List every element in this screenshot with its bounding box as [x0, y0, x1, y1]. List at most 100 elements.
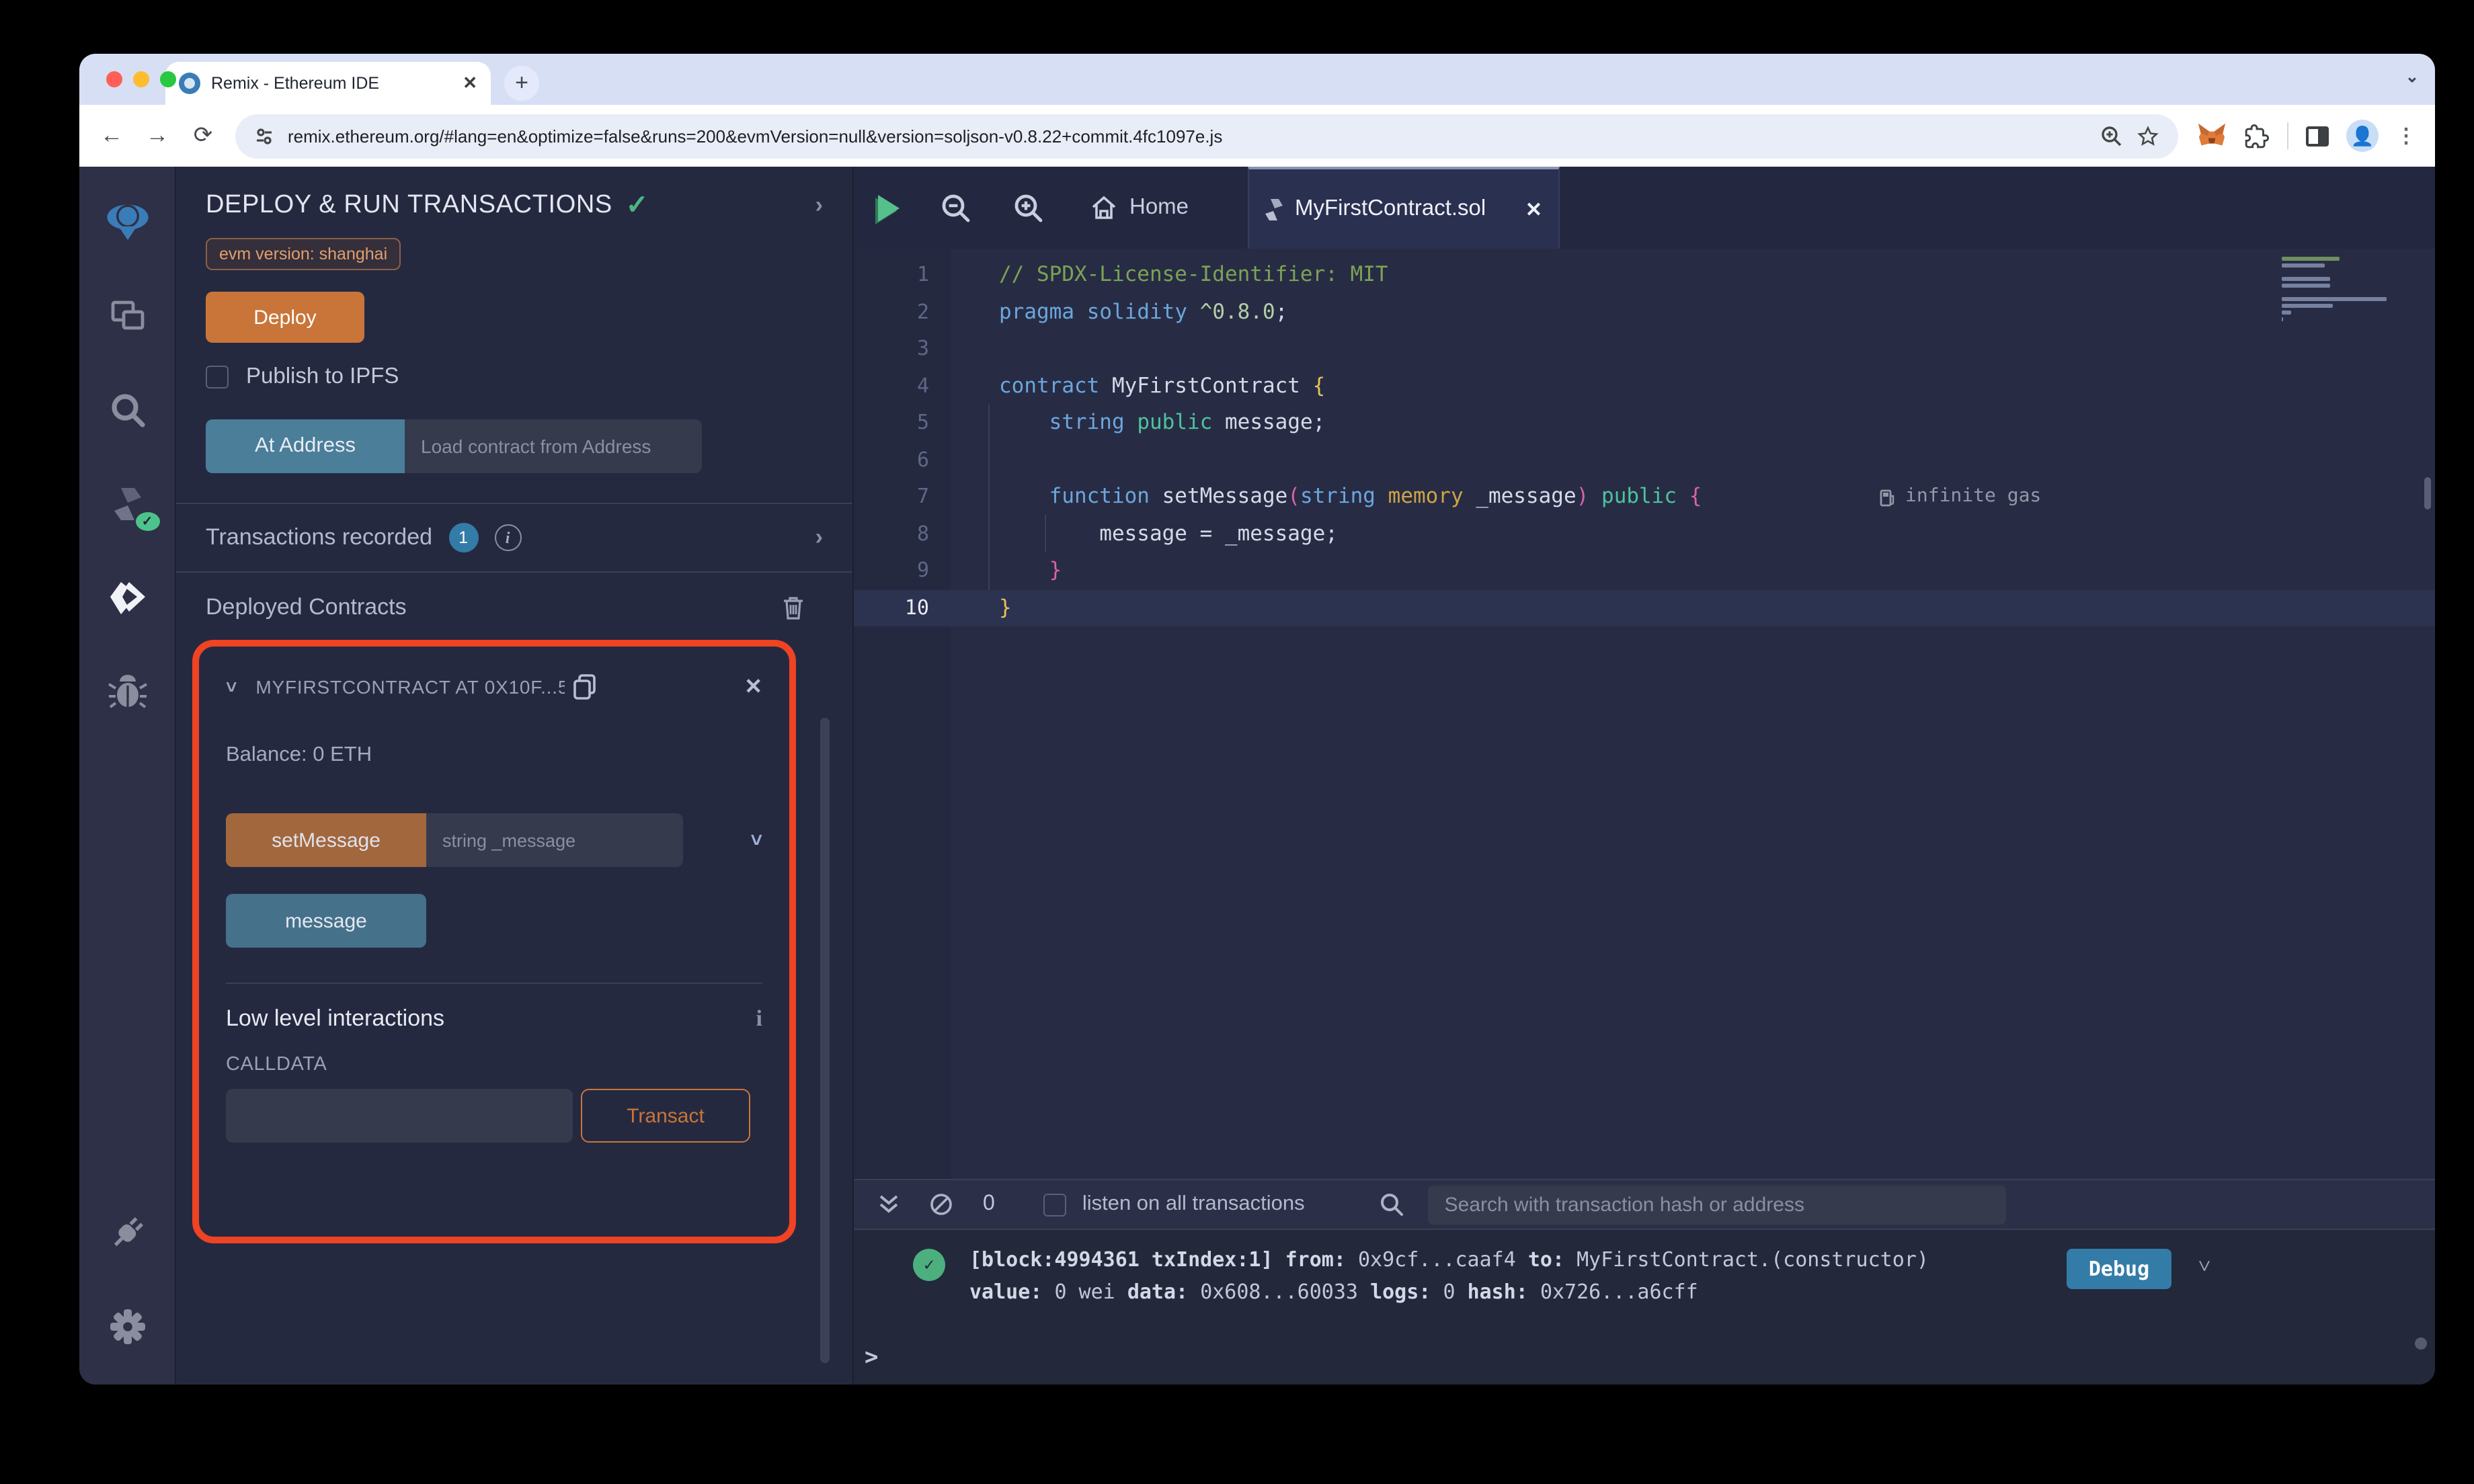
copy-address-icon[interactable]: [573, 673, 597, 700]
code-text: function setMessage(string memory _messa…: [1049, 484, 1702, 508]
address-bar[interactable]: remix.ethereum.org/#lang=en&optimize=fal…: [235, 114, 2178, 158]
zoom-in-icon[interactable]: [1012, 192, 1045, 224]
transactions-recorded-row[interactable]: Transactions recorded 1 i ›: [206, 504, 823, 571]
transactions-recorded-label: Transactions recorded: [206, 524, 433, 550]
zoom-page-icon[interactable]: [2100, 124, 2123, 147]
tab-close-icon[interactable]: ✕: [463, 73, 477, 94]
tx-log-text[interactable]: [block:4994361 txIndex:1] from: 0x9cf...…: [969, 1243, 2045, 1308]
code-text: contract MyFirstContract {: [999, 373, 1326, 397]
set-message-input[interactable]: [426, 813, 683, 867]
contract-instance-header[interactable]: ˅ MYFIRSTCONTRACT AT 0X10F...5 ✕: [226, 673, 762, 700]
expand-log-icon[interactable]: ˅: [2198, 1253, 2210, 1280]
code-line[interactable]: 8 message = _message;: [854, 516, 2435, 552]
code-line[interactable]: 5 string public message;: [854, 405, 2435, 442]
tab-strip-chevron-icon[interactable]: ⌄: [2405, 67, 2419, 86]
profile-avatar[interactable]: 👤: [2346, 120, 2379, 152]
extensions-puzzle-icon[interactable]: [2244, 123, 2270, 149]
line-number: 6: [916, 447, 929, 471]
browser-menu-icon[interactable]: ⋮: [2396, 124, 2416, 148]
tx-log-line: [block:4994361 txIndex:1] from: 0x9cf...…: [969, 1247, 1929, 1272]
code-editor[interactable]: 1 // SPDX-License-Identifier: MIT 2 pragma …: [854, 249, 2435, 1179]
close-tab-icon[interactable]: ✕: [1525, 197, 1542, 221]
settings-gear-icon[interactable]: [104, 1304, 150, 1350]
remove-instance-icon[interactable]: ✕: [744, 673, 762, 700]
code-line[interactable]: 9 }: [854, 552, 2435, 589]
browser-tab[interactable]: Remix - Ethereum IDE ✕: [165, 62, 491, 105]
terminal: 0 listen on all transactions ✓ [block:49…: [854, 1179, 2435, 1385]
calldata-input[interactable]: [226, 1089, 573, 1143]
transact-button[interactable]: Transact: [581, 1089, 750, 1143]
forward-button[interactable]: →: [144, 122, 171, 149]
back-button[interactable]: ←: [98, 122, 125, 149]
panel-expand-icon[interactable]: ›: [815, 192, 823, 218]
bookmark-star-icon[interactable]: [2137, 124, 2159, 147]
url-text[interactable]: remix.ethereum.org/#lang=en&optimize=fal…: [288, 126, 2087, 146]
listen-transactions-checkbox[interactable]: [1043, 1193, 1066, 1216]
remix-logo[interactable]: [104, 199, 150, 245]
at-address-button[interactable]: At Address: [206, 419, 405, 473]
terminal-scrollbar-thumb[interactable]: [2415, 1337, 2427, 1350]
editor-scrollbar[interactable]: [2424, 477, 2431, 509]
remix-favicon: [179, 73, 200, 94]
line-number: 4: [916, 373, 929, 397]
run-script-icon[interactable]: [878, 194, 900, 221]
deploy-run-icon[interactable]: [104, 575, 150, 621]
gas-pump-icon: [1880, 489, 1894, 506]
new-tab-button[interactable]: +: [504, 66, 539, 101]
code-line[interactable]: 7 function setMessage(string memory _mes…: [854, 479, 2435, 516]
zoom-out-icon[interactable]: [940, 192, 972, 224]
editor-minimap[interactable]: [2282, 257, 2389, 324]
load-contract-input[interactable]: [405, 419, 702, 473]
code-line[interactable]: 1 // SPDX-License-Identifier: MIT: [854, 257, 2435, 294]
line-number: 2: [916, 299, 929, 323]
tab-myfirstcontract[interactable]: MyFirstContract.sol ✕: [1248, 167, 1560, 249]
debug-button[interactable]: Debug: [2067, 1249, 2171, 1289]
code-line[interactable]: 6: [854, 442, 2435, 479]
solidity-compiler-icon[interactable]: ✓: [104, 481, 159, 531]
line-number: 1: [916, 262, 929, 286]
publish-ipfs-checkbox[interactable]: [206, 366, 229, 388]
code-line[interactable]: 4 contract MyFirstContract {: [854, 368, 2435, 405]
search-icon[interactable]: [104, 387, 150, 433]
evm-version-badge: evm version: shanghai: [206, 238, 401, 270]
code-line[interactable]: 10}: [854, 589, 2435, 626]
terminal-search-input[interactable]: [1428, 1185, 2007, 1224]
panel-scrollbar[interactable]: [820, 718, 830, 1363]
plugin-manager-icon[interactable]: [104, 1210, 150, 1255]
browser-window: Remix - Ethereum IDE ✕ + ⌄ ← → ⟳ remix.e…: [79, 54, 2435, 1385]
collapse-terminal-icon[interactable]: [878, 1194, 900, 1215]
reload-button[interactable]: ⟳: [190, 122, 216, 149]
message-getter-button[interactable]: message: [226, 894, 426, 948]
code-line[interactable]: 3: [854, 331, 2435, 368]
code-line[interactable]: 2 pragma solidity ^0.8.0;: [854, 294, 2435, 331]
transactions-info-icon[interactable]: i: [494, 524, 522, 551]
file-explorer-icon[interactable]: [104, 293, 150, 339]
editor-column: Home MyFirstContract.sol ✕ 1 // SPDX-Lice…: [854, 167, 2435, 1385]
transactions-expand-icon[interactable]: ›: [815, 524, 823, 551]
side-panel-icon[interactable]: [2306, 126, 2329, 146]
debugger-icon[interactable]: [104, 669, 150, 715]
annotation-highlight-box: ˅ MYFIRSTCONTRACT AT 0X10F...5 ✕ Balance…: [192, 640, 796, 1243]
code-lines: 1 // SPDX-License-Identifier: MIT 2 pragma …: [854, 249, 2435, 626]
terminal-search-icon: [1381, 1194, 1404, 1216]
metamask-extension-icon[interactable]: [2197, 122, 2227, 149]
editor-tab-bar: Home MyFirstContract.sol ✕: [854, 167, 2435, 249]
traffic-lights[interactable]: [106, 71, 176, 87]
zoom-window-button[interactable]: [160, 71, 176, 87]
clear-instances-trash-icon[interactable]: [783, 595, 804, 620]
low-level-row: Low level interactions i: [226, 1005, 762, 1032]
deploy-button[interactable]: Deploy: [206, 292, 364, 343]
clear-console-icon[interactable]: [929, 1192, 953, 1217]
close-window-button[interactable]: [106, 71, 122, 87]
contract-collapse-icon[interactable]: ˅: [226, 676, 237, 698]
minimize-window-button[interactable]: [133, 71, 149, 87]
expand-args-icon[interactable]: ˅: [750, 829, 762, 852]
site-settings-icon[interactable]: [254, 126, 274, 146]
low-level-info-icon[interactable]: i: [756, 1005, 762, 1032]
set-message-button[interactable]: setMessage: [226, 813, 426, 867]
calldata-row: Transact: [226, 1089, 762, 1143]
tab-home[interactable]: Home: [1090, 195, 1189, 220]
deployed-contracts-label: Deployed Contracts: [206, 594, 407, 620]
pending-tx-count: 0: [983, 1192, 995, 1215]
terminal-prompt[interactable]: >: [865, 1344, 879, 1371]
